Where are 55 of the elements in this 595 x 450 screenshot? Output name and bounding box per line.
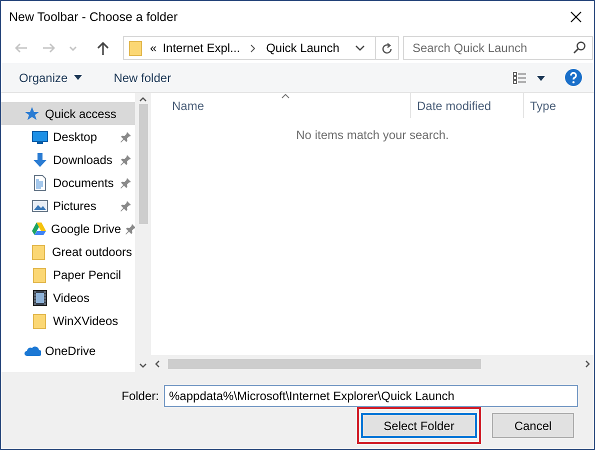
sidebar-item[interactable]: OneDrive xyxy=(1,339,135,362)
folder-icon xyxy=(32,266,48,282)
sidebar-item[interactable]: Great outdoors xyxy=(1,240,135,263)
cloud-icon xyxy=(23,344,41,358)
sidebar-item[interactable]: Downloads xyxy=(1,148,135,171)
address-bar[interactable]: « Internet Expl... Quick Launch xyxy=(123,36,400,60)
folder-input-field[interactable]: %appdata%\Microsoft\Internet Explorer\Quick Launch xyxy=(164,385,578,407)
picture-icon xyxy=(32,198,48,214)
monitor-icon xyxy=(32,128,48,144)
column-header[interactable]: Name xyxy=(151,93,411,118)
folder-icon xyxy=(32,312,48,328)
column-header[interactable]: Date modified xyxy=(411,93,524,118)
chevron-left-icon[interactable] xyxy=(155,360,160,368)
document-icon xyxy=(32,174,48,190)
search-icon xyxy=(573,41,586,54)
sidebar-item[interactable]: Quick access xyxy=(1,102,135,125)
triangle-logo-icon xyxy=(31,220,47,236)
menu-button[interactable]: Organize xyxy=(13,68,88,88)
empty-message: No items match your search. xyxy=(295,128,450,142)
column-header[interactable]: Type xyxy=(524,93,594,118)
folder-icon xyxy=(128,40,144,56)
breadcrumb[interactable]: Internet Expl... xyxy=(162,41,240,55)
chevron-up-icon[interactable] xyxy=(139,97,147,102)
search-field[interactable]: Search Quick Launch xyxy=(403,36,594,60)
scrollbar-thumb[interactable] xyxy=(138,104,148,224)
view-options-icon[interactable] xyxy=(513,72,545,84)
close-icon xyxy=(570,11,582,23)
up-arrow-icon xyxy=(95,40,111,56)
toolbar-button[interactable]: New folder xyxy=(108,68,178,88)
breadcrumb-overflow[interactable]: « xyxy=(150,41,157,55)
sidebar-item[interactable]: Pictures xyxy=(1,194,135,217)
vertical-scrollbar[interactable] xyxy=(135,93,151,372)
folder-icon xyxy=(31,244,48,260)
window-title: New Toolbar - Choose a folder xyxy=(9,10,178,24)
horizontal-scrollbar[interactable] xyxy=(151,355,594,372)
sidebar-item[interactable]: Paper Pencil xyxy=(1,263,135,286)
film-icon xyxy=(32,290,48,306)
dialog-button[interactable]: Select Folder xyxy=(361,413,477,438)
sidebar-item[interactable]: Google Drive xyxy=(1,217,135,240)
help-icon[interactable] xyxy=(565,69,582,86)
chevron-down-icon[interactable] xyxy=(139,363,147,368)
chevron-right-icon[interactable] xyxy=(585,360,590,368)
sort-caret-icon xyxy=(281,93,290,99)
scrollbar-thumb[interactable] xyxy=(168,358,481,368)
sidebar-item[interactable]: Desktop xyxy=(1,125,135,148)
caret-down-icon xyxy=(69,46,77,50)
sidebar-item[interactable]: WinXVideos xyxy=(1,309,135,332)
dialog-button[interactable]: Cancel xyxy=(492,413,574,438)
sidebar-item[interactable]: Videos xyxy=(1,286,135,309)
folder-label: Folder: xyxy=(122,389,159,403)
down-arrow-icon xyxy=(32,152,48,168)
star-icon xyxy=(24,106,40,122)
breadcrumb[interactable]: Quick Launch xyxy=(266,41,340,55)
caret-down-icon xyxy=(74,75,82,80)
sidebar-item[interactable]: Documents xyxy=(1,171,135,194)
